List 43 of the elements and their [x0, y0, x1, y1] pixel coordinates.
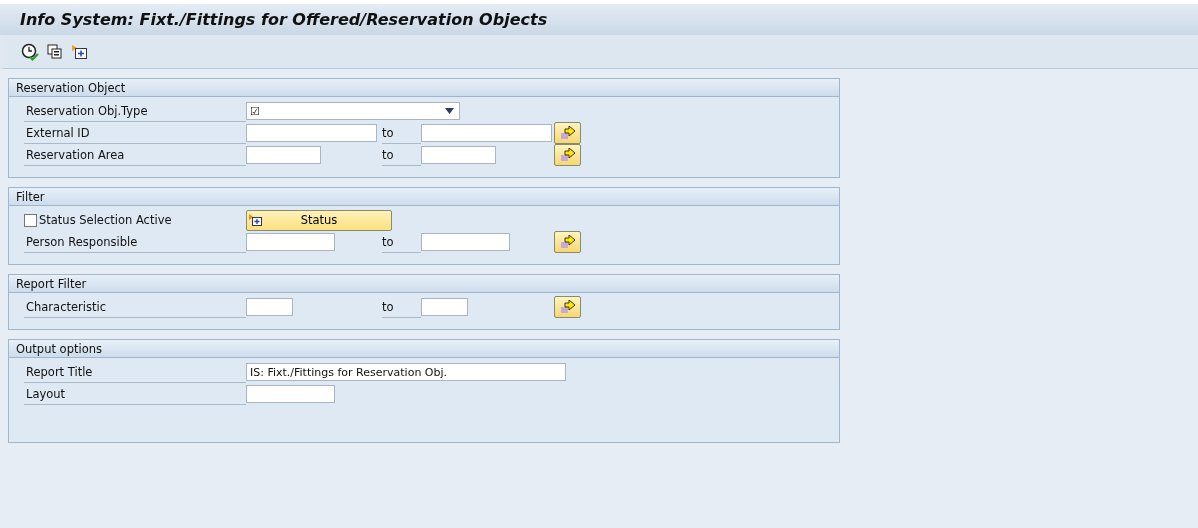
arrow-icon [559, 126, 576, 140]
input-field[interactable] [421, 233, 510, 251]
checkbox[interactable] [24, 213, 37, 227]
field-label: Reservation Area [26, 147, 125, 162]
input-field[interactable] [246, 124, 377, 142]
arrow-icon [559, 148, 576, 162]
add-icon [249, 213, 263, 227]
input-field[interactable] [421, 146, 496, 164]
input-field[interactable] [246, 233, 335, 251]
input-field[interactable] [246, 146, 321, 164]
arrow-icon [559, 235, 576, 249]
field-label: Report Title [26, 364, 93, 379]
field-label: Characteristic [26, 299, 106, 314]
multiple-selection-button[interactable] [554, 296, 581, 318]
multiple-selection-button[interactable] [554, 231, 581, 253]
input-field[interactable] [421, 124, 552, 142]
section-title: Filter [16, 189, 45, 204]
range-label: to [382, 299, 394, 314]
section-title: Report Filter [16, 276, 87, 291]
copy-icon[interactable] [47, 43, 63, 60]
field-label: External ID [26, 125, 90, 140]
multiple-selection-button[interactable] [554, 144, 581, 166]
field-label: Person Responsible [26, 234, 138, 249]
section-title: Reservation Object [16, 80, 126, 95]
add-icon[interactable] [71, 43, 88, 60]
field-label: Layout [26, 386, 66, 401]
arrow-icon [559, 300, 576, 314]
multiple-selection-button[interactable] [554, 122, 581, 144]
range-label: to [382, 147, 394, 162]
clock-check-icon[interactable] [21, 42, 39, 61]
section-title: Output options [16, 341, 102, 356]
dropdown-field[interactable]: ☑ [246, 102, 460, 120]
field-label: Reservation Obj.Type [26, 103, 148, 118]
range-label: to [382, 234, 394, 249]
field-label: Status Selection Active [39, 213, 172, 227]
dropdown-arrow-icon [445, 108, 454, 114]
status-button[interactable]: Status [246, 209, 392, 231]
input-field[interactable] [421, 298, 468, 316]
range-label: to [382, 125, 394, 140]
input-field[interactable]: IS: Fixt./Fittings for Reservation Obj. [246, 363, 566, 381]
input-field[interactable] [246, 298, 293, 316]
window-title: Info System: Fixt./Fittings for Offered/Reservation Objects [20, 10, 548, 29]
input-field[interactable] [246, 385, 335, 403]
